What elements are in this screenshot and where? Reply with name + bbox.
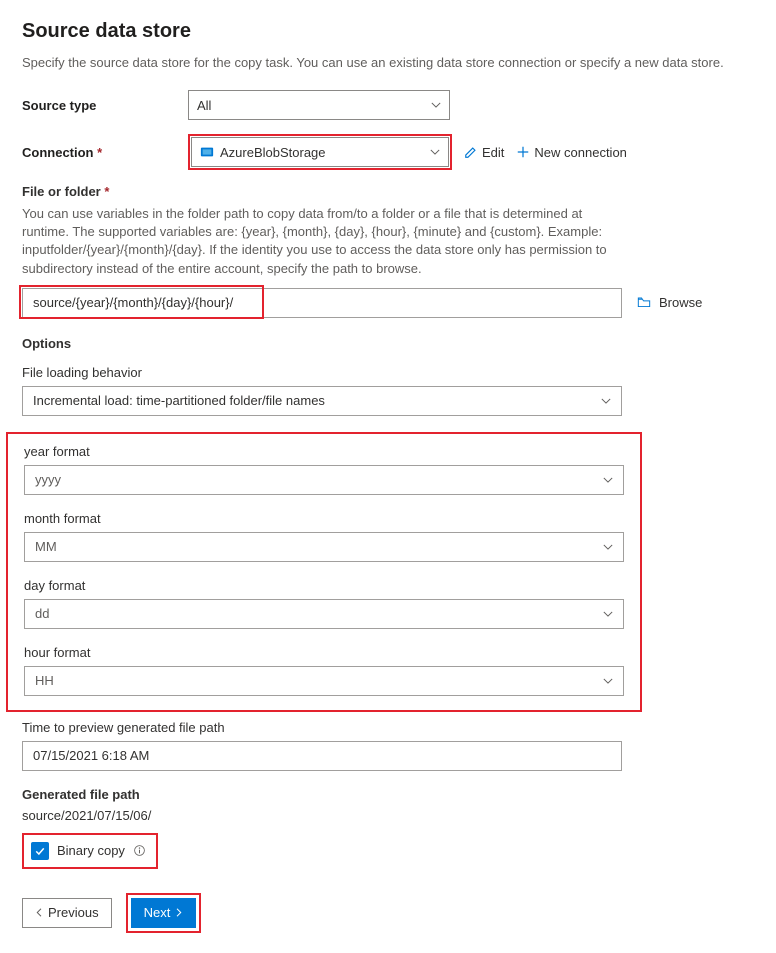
source-type-value: All xyxy=(197,98,211,113)
chevron-down-icon xyxy=(603,609,613,619)
info-icon[interactable] xyxy=(133,844,146,857)
previous-button[interactable]: Previous xyxy=(22,898,112,928)
binary-copy-checkbox-wrap[interactable]: Binary copy xyxy=(24,835,156,867)
file-folder-input[interactable] xyxy=(22,288,622,318)
source-type-row: Source type All xyxy=(22,90,754,120)
plus-icon xyxy=(516,145,530,159)
edit-label: Edit xyxy=(482,145,504,160)
next-button[interactable]: Next xyxy=(131,898,197,928)
connection-row: Connection * AzureBlobStorage Edit New c… xyxy=(22,134,754,170)
generated-path-value: source/2021/07/15/06/ xyxy=(22,808,754,823)
options-label: Options xyxy=(22,336,754,351)
next-button-highlight: Next xyxy=(126,893,202,933)
file-loading-value: Incremental load: time-partitioned folde… xyxy=(33,393,325,408)
connection-label-wrap: Connection * xyxy=(22,145,188,160)
binary-copy-checkbox[interactable] xyxy=(31,842,49,860)
month-format-label: month format xyxy=(24,511,624,526)
preview-time-label: Time to preview generated file path xyxy=(22,720,754,735)
hour-format-label: hour format xyxy=(24,645,624,660)
file-folder-input-row: Browse xyxy=(22,288,754,318)
page-subtitle: Specify the source data store for the co… xyxy=(22,55,754,70)
hour-format-value: HH xyxy=(35,673,54,688)
browse-button[interactable]: Browse xyxy=(636,295,702,310)
button-row: Previous Next xyxy=(22,893,754,933)
day-format-field: day format dd xyxy=(24,578,624,629)
azure-blob-icon xyxy=(200,145,214,159)
required-asterisk: * xyxy=(97,145,102,160)
connection-select[interactable]: AzureBlobStorage xyxy=(191,137,449,167)
year-format-value: yyyy xyxy=(35,472,61,487)
chevron-down-icon xyxy=(430,147,440,157)
file-folder-label: File or folder xyxy=(22,184,101,199)
preview-time-field: Time to preview generated file path xyxy=(22,720,754,771)
file-loading-select[interactable]: Incremental load: time-partitioned folde… xyxy=(22,386,622,416)
generated-path-field: Generated file path source/2021/07/15/06… xyxy=(22,787,754,823)
required-asterisk: * xyxy=(104,184,109,199)
formats-highlight: year format yyyy month format MM day for… xyxy=(6,432,642,712)
month-format-value: MM xyxy=(35,539,57,554)
file-folder-help: You can use variables in the folder path… xyxy=(22,205,622,278)
year-format-label: year format xyxy=(24,444,624,459)
month-format-field: month format MM xyxy=(24,511,624,562)
previous-label: Previous xyxy=(48,905,99,920)
generated-path-label: Generated file path xyxy=(22,787,754,802)
day-format-select[interactable]: dd xyxy=(24,599,624,629)
chevron-left-icon xyxy=(35,908,44,917)
file-folder-label-wrap: File or folder * xyxy=(22,184,754,199)
new-connection-button[interactable]: New connection xyxy=(516,145,627,160)
connection-value: AzureBlobStorage xyxy=(220,145,326,160)
edit-connection-button[interactable]: Edit xyxy=(464,145,504,160)
day-format-label: day format xyxy=(24,578,624,593)
source-type-label: Source type xyxy=(22,98,188,113)
binary-copy-highlight: Binary copy xyxy=(22,833,158,869)
next-label: Next xyxy=(144,905,171,920)
year-format-select[interactable]: yyyy xyxy=(24,465,624,495)
browse-label: Browse xyxy=(659,295,702,310)
month-format-select[interactable]: MM xyxy=(24,532,624,562)
year-format-field: year format yyyy xyxy=(24,444,624,495)
page-title: Source data store xyxy=(22,20,754,43)
connection-highlight: AzureBlobStorage xyxy=(188,134,452,170)
connection-label: Connection xyxy=(22,145,94,160)
chevron-down-icon xyxy=(603,542,613,552)
chevron-down-icon xyxy=(431,100,441,110)
hour-format-field: hour format HH xyxy=(24,645,624,696)
file-loading-label: File loading behavior xyxy=(22,365,754,380)
pencil-icon xyxy=(464,145,478,159)
binary-copy-label: Binary copy xyxy=(57,843,125,858)
day-format-value: dd xyxy=(35,606,49,621)
hour-format-select[interactable]: HH xyxy=(24,666,624,696)
chevron-right-icon xyxy=(174,908,183,917)
preview-time-input[interactable] xyxy=(22,741,622,771)
file-loading-field: File loading behavior Incremental load: … xyxy=(22,365,754,416)
chevron-down-icon xyxy=(601,396,611,406)
folder-icon xyxy=(636,296,652,309)
chevron-down-icon xyxy=(603,676,613,686)
new-connection-label: New connection xyxy=(534,145,627,160)
source-type-select[interactable]: All xyxy=(188,90,450,120)
chevron-down-icon xyxy=(603,475,613,485)
